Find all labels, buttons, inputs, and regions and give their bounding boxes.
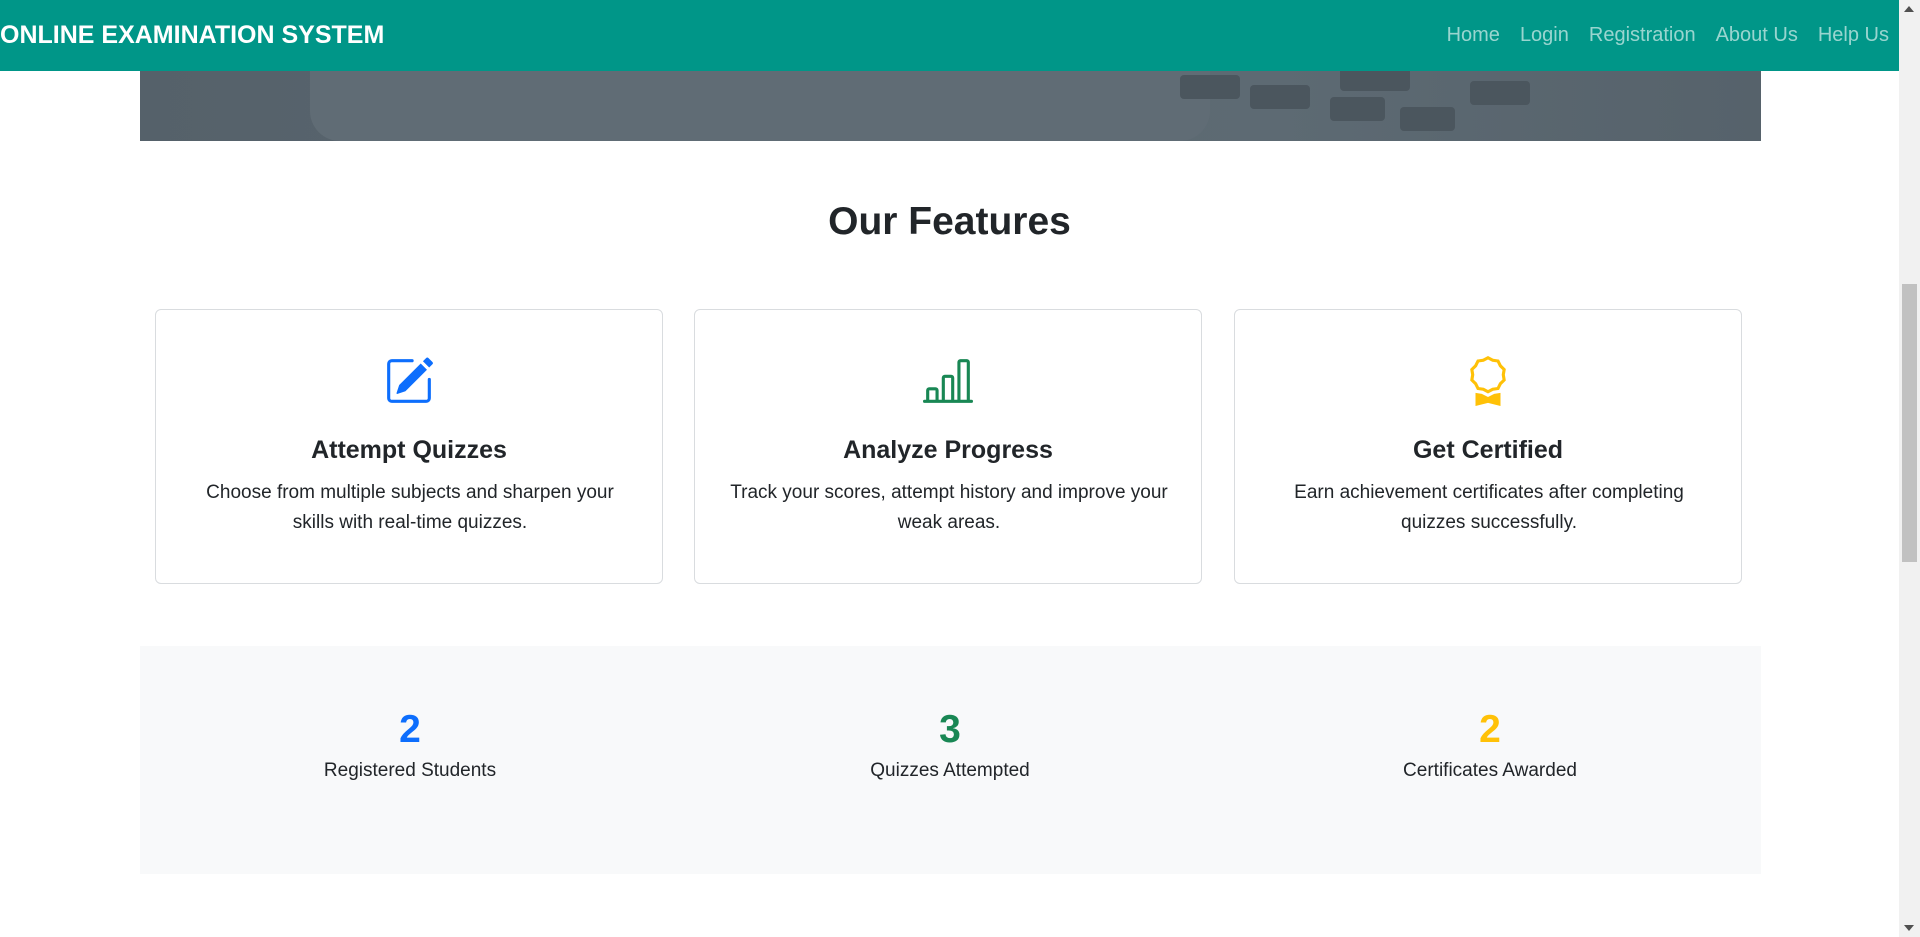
top-navbar: ONLINE EXAMINATION SYSTEM Home Login Reg… bbox=[0, 0, 1899, 71]
scroll-down-arrow-icon[interactable] bbox=[1904, 925, 1914, 931]
nav-link-registration[interactable]: Registration bbox=[1589, 24, 1696, 47]
feature-card-title: Get Certified bbox=[1412, 436, 1564, 464]
features-title: Our Features bbox=[828, 200, 1071, 243]
nav-link-help-us[interactable]: Help Us bbox=[1818, 24, 1889, 47]
stat-value: 2 bbox=[399, 708, 421, 751]
stat-registered-students: 2 Registered Students bbox=[140, 708, 680, 782]
feature-card-title: Analyze Progress bbox=[843, 436, 1053, 464]
bar-chart-icon bbox=[695, 356, 1201, 408]
award-icon bbox=[1235, 356, 1741, 408]
stats-section: 2 Registered Students 3 Quizzes Attempte… bbox=[140, 646, 1761, 874]
brand-title[interactable]: ONLINE EXAMINATION SYSTEM bbox=[0, 21, 384, 50]
stat-certificates-awarded: 2 Certificates Awarded bbox=[1220, 708, 1760, 782]
feature-card-title: Attempt Quizzes bbox=[311, 436, 507, 464]
feature-card-description: Track your scores, attempt history and i… bbox=[730, 482, 1168, 533]
scroll-up-arrow-icon[interactable] bbox=[1904, 6, 1914, 12]
nav-link-about-us[interactable]: About Us bbox=[1716, 24, 1798, 47]
pencil-square-icon bbox=[156, 356, 662, 408]
feature-card-description: Earn achievement certificates after comp… bbox=[1294, 482, 1684, 533]
stat-quizzes-attempted: 3 Quizzes Attempted bbox=[680, 708, 1220, 782]
stat-label: Certificates Awarded bbox=[1403, 760, 1577, 781]
hero-key-shape bbox=[1470, 81, 1530, 105]
nav-link-home[interactable]: Home bbox=[1447, 24, 1500, 47]
stat-label: Quizzes Attempted bbox=[870, 760, 1030, 781]
stat-value: 2 bbox=[1479, 708, 1501, 751]
feature-card-attempt-quizzes: Attempt Quizzes Choose from multiple sub… bbox=[155, 309, 663, 584]
hero-key-shape bbox=[1330, 97, 1385, 121]
hero-laptop-shape bbox=[310, 71, 1210, 141]
hero-key-shape bbox=[1180, 75, 1240, 99]
stat-value: 3 bbox=[939, 708, 961, 751]
hero-image bbox=[140, 71, 1761, 141]
hero-key-shape bbox=[1340, 71, 1410, 91]
stat-label: Registered Students bbox=[323, 760, 497, 781]
feature-card-get-certified: Get Certified Earn achievement certifica… bbox=[1234, 309, 1742, 584]
hero-key-shape bbox=[1250, 85, 1310, 109]
scrollbar-thumb[interactable] bbox=[1902, 284, 1917, 562]
feature-card-analyze-progress: Analyze Progress Track your scores, atte… bbox=[694, 309, 1202, 584]
nav-link-login[interactable]: Login bbox=[1520, 24, 1569, 47]
feature-card-description: Choose from multiple subjects and sharpe… bbox=[206, 482, 614, 533]
page-scrollbar[interactable] bbox=[1899, 0, 1920, 937]
nav-links: Home Login Registration About Us Help Us bbox=[1447, 24, 1899, 47]
hero-key-shape bbox=[1400, 107, 1455, 131]
